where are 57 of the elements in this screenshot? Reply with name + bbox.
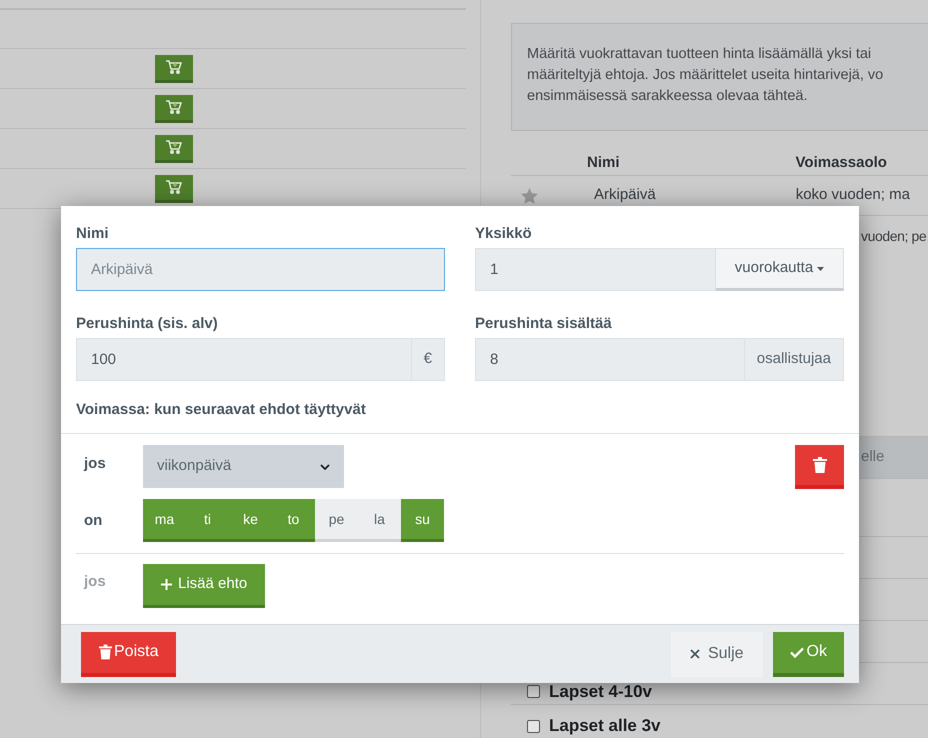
cart-icon: [166, 180, 182, 194]
close-button[interactable]: Sulje: [670, 632, 763, 676]
add-to-cart-button[interactable]: [155, 54, 193, 82]
condition-select[interactable]: viikonpäivä: [143, 445, 344, 488]
condition-label: jos: [84, 572, 106, 592]
checkbox-label: Lapset alle 3v: [549, 715, 661, 738]
chevron-down-icon: [320, 464, 330, 470]
close-icon: [690, 649, 700, 659]
add-to-cart-button[interactable]: [155, 174, 193, 202]
condition-label: jos: [84, 454, 106, 474]
delete-button[interactable]: Poista: [81, 632, 176, 676]
input-field[interactable]: Arkipäivä: [76, 248, 445, 291]
caret-icon: [817, 266, 824, 270]
input-field[interactable]: 8: [475, 338, 745, 381]
day-toggle[interactable]: su: [401, 499, 444, 542]
section-title: Voimassa: kun seuraavat ehdot täyttyvät: [76, 400, 367, 419]
cart-icon: [166, 100, 182, 114]
day-toggle[interactable]: ke: [229, 499, 272, 542]
day-toggle[interactable]: ma: [143, 499, 186, 542]
field-label: Perushinta (sis. alv): [76, 314, 219, 333]
column-header: Voimassaolo: [796, 153, 887, 173]
plus-icon: [161, 579, 172, 590]
delete-condition-button[interactable]: [795, 445, 844, 489]
input-addon: €: [412, 338, 445, 381]
field-label: Yksikkö: [475, 224, 533, 243]
table-cell-text: vuoden; pe: [861, 226, 926, 246]
check-icon: [790, 646, 804, 658]
ok-button[interactable]: Ok: [772, 632, 844, 676]
day-toggle[interactable]: la: [358, 499, 401, 542]
day-toggle[interactable]: ti: [186, 499, 229, 542]
field-label: Nimi: [76, 224, 110, 243]
table-cell-text: Arkipäivä: [594, 185, 656, 206]
info-text: ensimmäisessä sarakkeessa olevaa tähteä.: [527, 87, 808, 106]
input-addon: osallistujaa: [744, 338, 844, 381]
column-header: Nimi: [587, 153, 620, 173]
input-field[interactable]: 1: [475, 248, 716, 291]
table-cell-text: koko vuoden; ma: [796, 185, 910, 206]
info-text: Määritä vuokrattavan tuotteen hinta lisäämällä yksi tai: [527, 45, 872, 64]
add-to-cart-button[interactable]: [155, 134, 193, 162]
input-field[interactable]: 100: [76, 338, 412, 381]
unit-dropdown[interactable]: vuorokautta: [716, 248, 844, 291]
day-toggle[interactable]: pe: [315, 499, 358, 542]
trash-icon: [99, 644, 112, 660]
side-button[interactable]: elle: [859, 437, 928, 478]
star-icon: [521, 188, 538, 204]
add-to-cart-button[interactable]: [155, 94, 193, 122]
checkbox-label: Lapset 4-10v: [549, 680, 652, 703]
cart-icon: [166, 60, 182, 74]
checkbox[interactable]: [527, 685, 540, 698]
field-label: Perushinta sisältää: [475, 314, 613, 333]
trash-icon: [812, 457, 826, 473]
checkbox[interactable]: [527, 720, 540, 732]
add-condition-button[interactable]: Lisää ehto: [143, 564, 266, 608]
info-text: määriteltyjä ehtoja. Jos määrittelet useita hintarivejä, vo: [527, 66, 884, 85]
day-toggle[interactable]: to: [272, 499, 315, 542]
condition-label: on: [84, 510, 102, 530]
cart-icon: [166, 140, 182, 154]
